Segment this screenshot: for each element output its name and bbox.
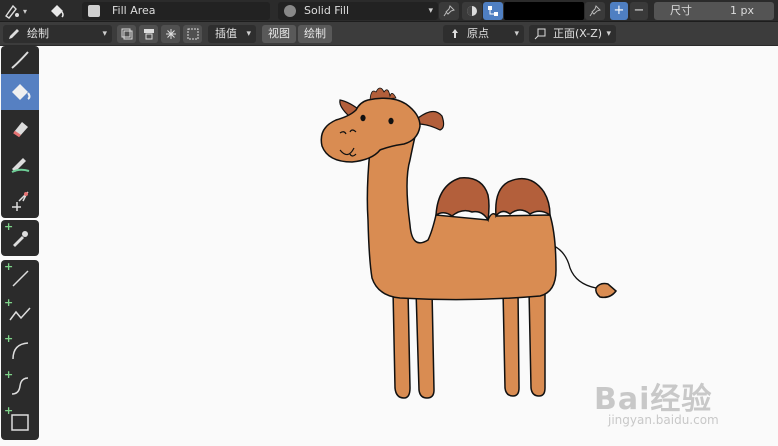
tool-eyedropper[interactable]: +: [1, 220, 39, 256]
tool-line[interactable]: +: [1, 260, 39, 296]
layer-icon: [88, 5, 100, 17]
cutter-scissors-icon: [12, 191, 29, 211]
watermark-brand: Bai经验: [594, 382, 713, 417]
vertex-color-icon: [488, 6, 498, 16]
stroke-edit-icon: [143, 29, 154, 40]
add-palette-button[interactable]: +: [610, 2, 628, 20]
multiframe-icon: [121, 28, 132, 40]
camel-tail: [553, 245, 597, 289]
draw-pencil-icon: [11, 51, 29, 69]
layer-name: Fill Area: [112, 4, 156, 17]
mode-dropdown[interactable]: 绘制 ▾: [3, 25, 112, 43]
interpolate-label: 插值: [215, 27, 237, 40]
tint-brush-icon: [11, 158, 30, 173]
camel-eye-right: [388, 117, 394, 125]
grease-pencil-editor-icon: [5, 4, 19, 19]
axis-plane-icon: [534, 28, 546, 40]
chevron-down-icon: ▾: [246, 29, 251, 39]
tool-tint[interactable]: [1, 146, 39, 182]
tool-arc[interactable]: +: [1, 332, 39, 368]
tool-box[interactable]: +: [1, 404, 39, 440]
top-header-bar: ▾ Fill Area Solid Fill ▾ + − 尺寸 1 px: [0, 0, 778, 22]
onion-skin-button[interactable]: [183, 25, 202, 43]
chevron-down-icon: ▾: [606, 29, 611, 39]
camel-leg-1: [392, 289, 411, 399]
tool-group-primitives: + + + + +: [1, 260, 39, 440]
camel-leg-4: [528, 285, 546, 397]
tool-erase[interactable]: [1, 110, 39, 146]
tool-header-bar: 绘制 ▾ 插值 ▾ 视图 绘制 原点 ▾ 正面(X-Z) ▾: [0, 22, 778, 46]
pencil-icon: [9, 29, 19, 39]
camel-eye-left: [360, 114, 366, 122]
pin-color-button[interactable]: [585, 2, 605, 20]
multiframe-button[interactable]: [117, 25, 136, 43]
mask-button[interactable]: [161, 25, 180, 43]
material-selector[interactable]: Solid Fill ▾: [278, 2, 438, 20]
asterisk-icon: [165, 29, 176, 39]
tool-curve[interactable]: +: [1, 368, 39, 404]
camel-hump-front: [435, 177, 490, 223]
vertex-color-button[interactable]: [483, 2, 503, 20]
material-sphere-icon: [284, 5, 296, 17]
tool-group-sample: +: [1, 220, 39, 256]
plus-icon: +: [4, 332, 14, 345]
plus-icon: +: [4, 368, 14, 381]
editor-type-button[interactable]: ▾: [4, 2, 34, 20]
draw-menu[interactable]: 绘制: [298, 25, 332, 43]
chevron-down-icon: ▾: [102, 29, 107, 39]
pin-icon: [443, 5, 455, 17]
eraser-icon: [13, 122, 28, 138]
material-name: Solid Fill: [304, 4, 349, 17]
tool-fill[interactable]: [1, 74, 39, 110]
size-field[interactable]: 尺寸 1 px: [654, 2, 774, 20]
fill-tool-indicator: [44, 1, 70, 21]
dotted-square-icon: [187, 28, 198, 40]
plus-icon: +: [4, 220, 14, 233]
size-label: 尺寸: [670, 4, 692, 17]
camel-leg-3: [502, 289, 520, 397]
pin-material-button[interactable]: [439, 2, 459, 20]
orientation-label: 正面(X-Z): [553, 27, 603, 40]
interpolate-dropdown[interactable]: 插值 ▾: [208, 25, 256, 43]
orientation-dropdown[interactable]: 正面(X-Z) ▾: [529, 25, 616, 43]
camel-hump-back: [495, 177, 551, 219]
remove-palette-button[interactable]: −: [630, 2, 648, 20]
view-menu[interactable]: 视图: [262, 25, 296, 43]
tool-cutter[interactable]: [1, 182, 39, 218]
tool-draw[interactable]: [1, 46, 39, 74]
color-swatch[interactable]: [504, 2, 584, 20]
tool-shelf: + + + + + +: [0, 46, 42, 446]
layer-field[interactable]: Fill Area: [82, 2, 270, 20]
tool-group-paint: [1, 46, 39, 218]
origin-label: 原点: [467, 27, 489, 40]
pin-icon: [589, 5, 601, 17]
viewport-canvas[interactable]: Bai经验 jingyan.baidu.com: [42, 46, 778, 446]
color-circle-icon: [467, 6, 477, 16]
color-mode-button[interactable]: [462, 2, 482, 20]
origin-arrow-icon: [452, 29, 458, 38]
tool-polyline[interactable]: +: [1, 296, 39, 332]
camel-leg-2: [415, 289, 435, 399]
plus-icon: +: [4, 404, 14, 417]
plus-icon: +: [4, 296, 14, 309]
weight-paint-button[interactable]: [139, 25, 158, 43]
paint-bucket-icon: [51, 5, 64, 18]
camel-ear-right: [417, 110, 445, 131]
plus-icon: +: [4, 260, 14, 273]
watermark-url: jingyan.baidu.com: [608, 413, 719, 427]
origin-dropdown[interactable]: 原点 ▾: [443, 25, 524, 43]
size-value: 1 px: [730, 4, 754, 17]
chevron-down-icon: ▾: [428, 6, 433, 16]
chevron-down-icon: ▾: [514, 29, 519, 39]
paint-bucket-icon: [12, 84, 31, 100]
camel-tail-tuft: [595, 282, 618, 299]
mode-label: 绘制: [27, 27, 49, 40]
